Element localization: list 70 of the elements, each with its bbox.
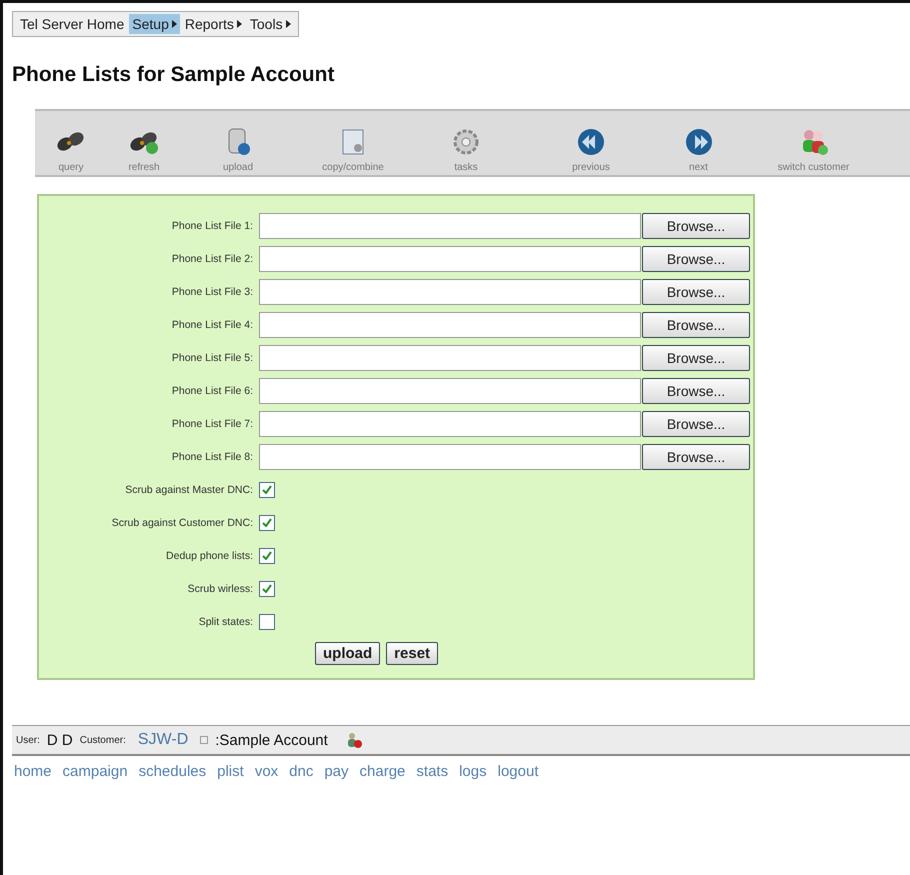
footer-link[interactable]: schedules: [138, 763, 206, 780]
option-label: Scrub against Master DNC:: [124, 484, 254, 496]
menu-item[interactable]: Reports: [182, 14, 245, 34]
account-name: :Sample Account: [215, 732, 328, 748]
browse-button[interactable]: Browse...: [642, 212, 750, 238]
field-label: Phone List File 3:: [170, 286, 254, 298]
footer-link[interactable]: logout: [498, 763, 538, 780]
file-path-field[interactable]: [259, 278, 641, 304]
triangle-icon: [172, 20, 177, 28]
footer-link[interactable]: pay: [324, 763, 349, 780]
field-label: Phone List File 7:: [170, 418, 254, 430]
rewind-icon: [575, 126, 607, 158]
toolbar-button[interactable]: upload: [222, 126, 254, 173]
browse-button[interactable]: Browse...: [642, 246, 750, 272]
toolbar-button[interactable]: query: [55, 126, 87, 173]
toolbar-button[interactable]: tasks: [450, 126, 482, 173]
form-button[interactable]: reset: [386, 642, 438, 665]
browse-button[interactable]: Browse...: [642, 410, 750, 436]
triangle-icon: [286, 20, 291, 28]
toolbar-button[interactable]: previous: [572, 126, 610, 173]
customer-label: Customer:: [80, 734, 126, 746]
form-button[interactable]: upload: [315, 642, 380, 665]
checkbox[interactable]: [259, 514, 275, 530]
checkbox[interactable]: [259, 482, 275, 498]
footer-link[interactable]: home: [14, 763, 52, 780]
browse-button[interactable]: Browse...: [642, 378, 750, 404]
footer-link[interactable]: dnc: [289, 763, 314, 780]
browse-button[interactable]: Browse...: [642, 278, 750, 304]
file-path-field[interactable]: [259, 344, 641, 370]
user-name: D D: [46, 732, 73, 748]
option-label: Scrub wirless:: [186, 582, 254, 594]
checkbox[interactable]: [259, 614, 275, 630]
field-label: Phone List File 5:: [170, 352, 254, 364]
option-label: Dedup phone lists:: [165, 550, 254, 562]
field-label: Phone List File 6:: [170, 384, 254, 396]
browse-button[interactable]: Browse...: [642, 312, 750, 338]
toolbar-button[interactable]: copy/combine: [322, 126, 384, 173]
option-label: Scrub against Customer DNC:: [110, 516, 254, 528]
toolbar-button[interactable]: refresh: [128, 126, 160, 173]
checkbox[interactable]: [259, 580, 275, 596]
field-label: Phone List File 1:: [170, 220, 254, 232]
toolbar-button[interactable]: next: [682, 126, 714, 173]
triangle-icon: [236, 20, 242, 28]
footer-link[interactable]: plist: [217, 763, 244, 780]
field-label: Phone List File 4:: [170, 318, 254, 330]
checkbox[interactable]: [259, 548, 275, 564]
footer-link[interactable]: logs: [459, 763, 487, 780]
file-path-field[interactable]: [259, 246, 641, 272]
browse-button[interactable]: Browse...: [642, 444, 750, 470]
toolbar-button[interactable]: switch customer: [778, 126, 850, 173]
file-path-field[interactable]: [259, 444, 641, 470]
page-title: Phone Lists for Sample Account: [12, 63, 336, 87]
footer-link[interactable]: stats: [416, 763, 448, 780]
menu-item[interactable]: Tools: [246, 14, 294, 34]
browse-button[interactable]: Browse...: [642, 344, 750, 370]
menu-item[interactable]: Tel Server Home: [17, 14, 128, 34]
user-label: User:: [16, 734, 40, 746]
file-path-field[interactable]: [259, 378, 641, 404]
footer-link[interactable]: charge: [360, 763, 406, 780]
field-label: Phone List File 8:: [170, 450, 254, 462]
customer-link[interactable]: SJW-D: [138, 731, 188, 749]
field-label: Phone List File 2:: [170, 252, 254, 264]
option-label: Split states:: [198, 616, 254, 628]
file-path-field[interactable]: [259, 410, 641, 436]
menu-item[interactable]: Setup: [129, 14, 180, 34]
square-icon: [200, 736, 208, 744]
footer-link[interactable]: campaign: [62, 763, 128, 780]
file-path-field[interactable]: [259, 212, 641, 238]
footer-link[interactable]: vox: [254, 763, 278, 780]
file-path-field[interactable]: [259, 312, 641, 338]
